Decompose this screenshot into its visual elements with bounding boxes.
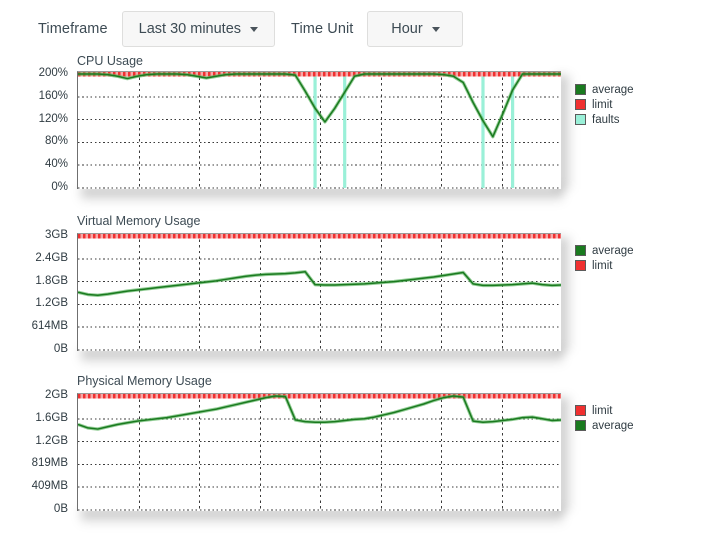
timeframe-dropdown[interactable]: Last 30 minutes [121, 11, 276, 47]
chart-title: Physical Memory Usage [77, 374, 212, 388]
timeframe-label: Timeframe [38, 21, 108, 37]
time-unit-dropdown-value: Hour [391, 21, 423, 37]
y-tick-label: 614MB [31, 320, 68, 333]
plot-area[interactable] [77, 233, 561, 351]
chart-title: CPU Usage [77, 54, 143, 68]
y-tick-label: 160% [38, 89, 68, 102]
y-tick-label: 1.2GB [35, 434, 68, 447]
filter-toolbar: Timeframe Last 30 minutes Time Unit Hour [0, 0, 724, 58]
legend-swatch-average [575, 84, 586, 95]
y-tick-label: 1.8GB [35, 274, 68, 287]
plot-canvas [78, 394, 561, 511]
y-tick-label: 200% [38, 67, 68, 79]
y-tick-label: 0B [53, 343, 68, 355]
chart-cpu-usage: CPU Usage 200% 160% 120% 80% 40% 0% average limi… [0, 54, 724, 203]
chart-drop-shadow [81, 187, 563, 203]
y-axis: 3GB 2.4GB 1.8GB 1.2GB 614MB 0B [0, 229, 68, 355]
y-tick-label: 120% [38, 112, 68, 125]
legend-swatch-limit [575, 260, 586, 271]
y-tick-label: 80% [44, 135, 68, 148]
time-unit-label: Time Unit [291, 21, 354, 37]
dashboard-page: Timeframe Last 30 minutes Time Unit Hour… [0, 0, 724, 534]
legend-item-average[interactable]: average [575, 244, 634, 257]
y-tick-label: 2GB [44, 389, 68, 401]
y-tick-label: 2.4GB [35, 251, 68, 264]
y-tick-label: 1.6GB [35, 411, 68, 424]
y-tick-label: 409MB [31, 480, 68, 493]
y-axis: 200% 160% 120% 80% 40% 0% [0, 67, 68, 193]
legend-label: average [592, 244, 634, 257]
legend-item-faults[interactable]: faults [575, 113, 634, 126]
legend-label: limit [592, 98, 613, 111]
legend-label: average [592, 419, 634, 432]
y-axis: 2GB 1.6GB 1.2GB 819MB 409MB 0B [0, 389, 68, 515]
y-tick-label: 0% [51, 181, 68, 193]
legend-label: faults [592, 113, 620, 126]
y-tick-label: 40% [44, 158, 68, 171]
chevron-down-icon [431, 26, 440, 32]
legend-swatch-average [575, 420, 586, 431]
legend-label: limit [592, 404, 613, 417]
chevron-down-icon [250, 26, 259, 32]
y-tick-label: 1.2GB [35, 297, 68, 310]
legend-item-limit[interactable]: limit [575, 404, 634, 417]
legend-item-average[interactable]: average [575, 83, 634, 96]
legend-item-limit[interactable]: limit [575, 98, 634, 111]
timeframe-dropdown-value: Last 30 minutes [138, 21, 242, 37]
plot-area[interactable] [77, 71, 561, 189]
plot-canvas [78, 72, 561, 189]
chart-drop-shadow [81, 349, 563, 365]
legend-swatch-limit [575, 405, 586, 416]
legend-label: limit [592, 259, 613, 272]
y-tick-label: 0B [53, 503, 68, 515]
chart-virtual-memory-usage: Virtual Memory Usage 3GB 2.4GB 1.8GB 1.2GB 61… [0, 214, 724, 365]
chart-title: Virtual Memory Usage [77, 214, 201, 228]
chart-legend: average limit faults [575, 83, 634, 128]
legend-swatch-average [575, 245, 586, 256]
chart-drop-shadow [81, 509, 563, 525]
plot-canvas [78, 234, 561, 351]
time-unit-dropdown[interactable]: Hour [367, 11, 464, 47]
y-tick-label: 819MB [31, 457, 68, 470]
legend-label: average [592, 83, 634, 96]
chart-physical-memory-usage: Physical Memory Usage 2GB 1.6GB 1.2GB 819MB 4… [0, 374, 724, 525]
chart-legend: limit average [575, 404, 634, 434]
legend-item-average[interactable]: average [575, 419, 634, 432]
legend-item-limit[interactable]: limit [575, 259, 634, 272]
plot-area[interactable] [77, 393, 561, 511]
legend-swatch-limit [575, 99, 586, 110]
legend-swatch-faults [575, 114, 586, 125]
chart-legend: average limit [575, 244, 634, 274]
y-tick-label: 3GB [44, 229, 68, 241]
